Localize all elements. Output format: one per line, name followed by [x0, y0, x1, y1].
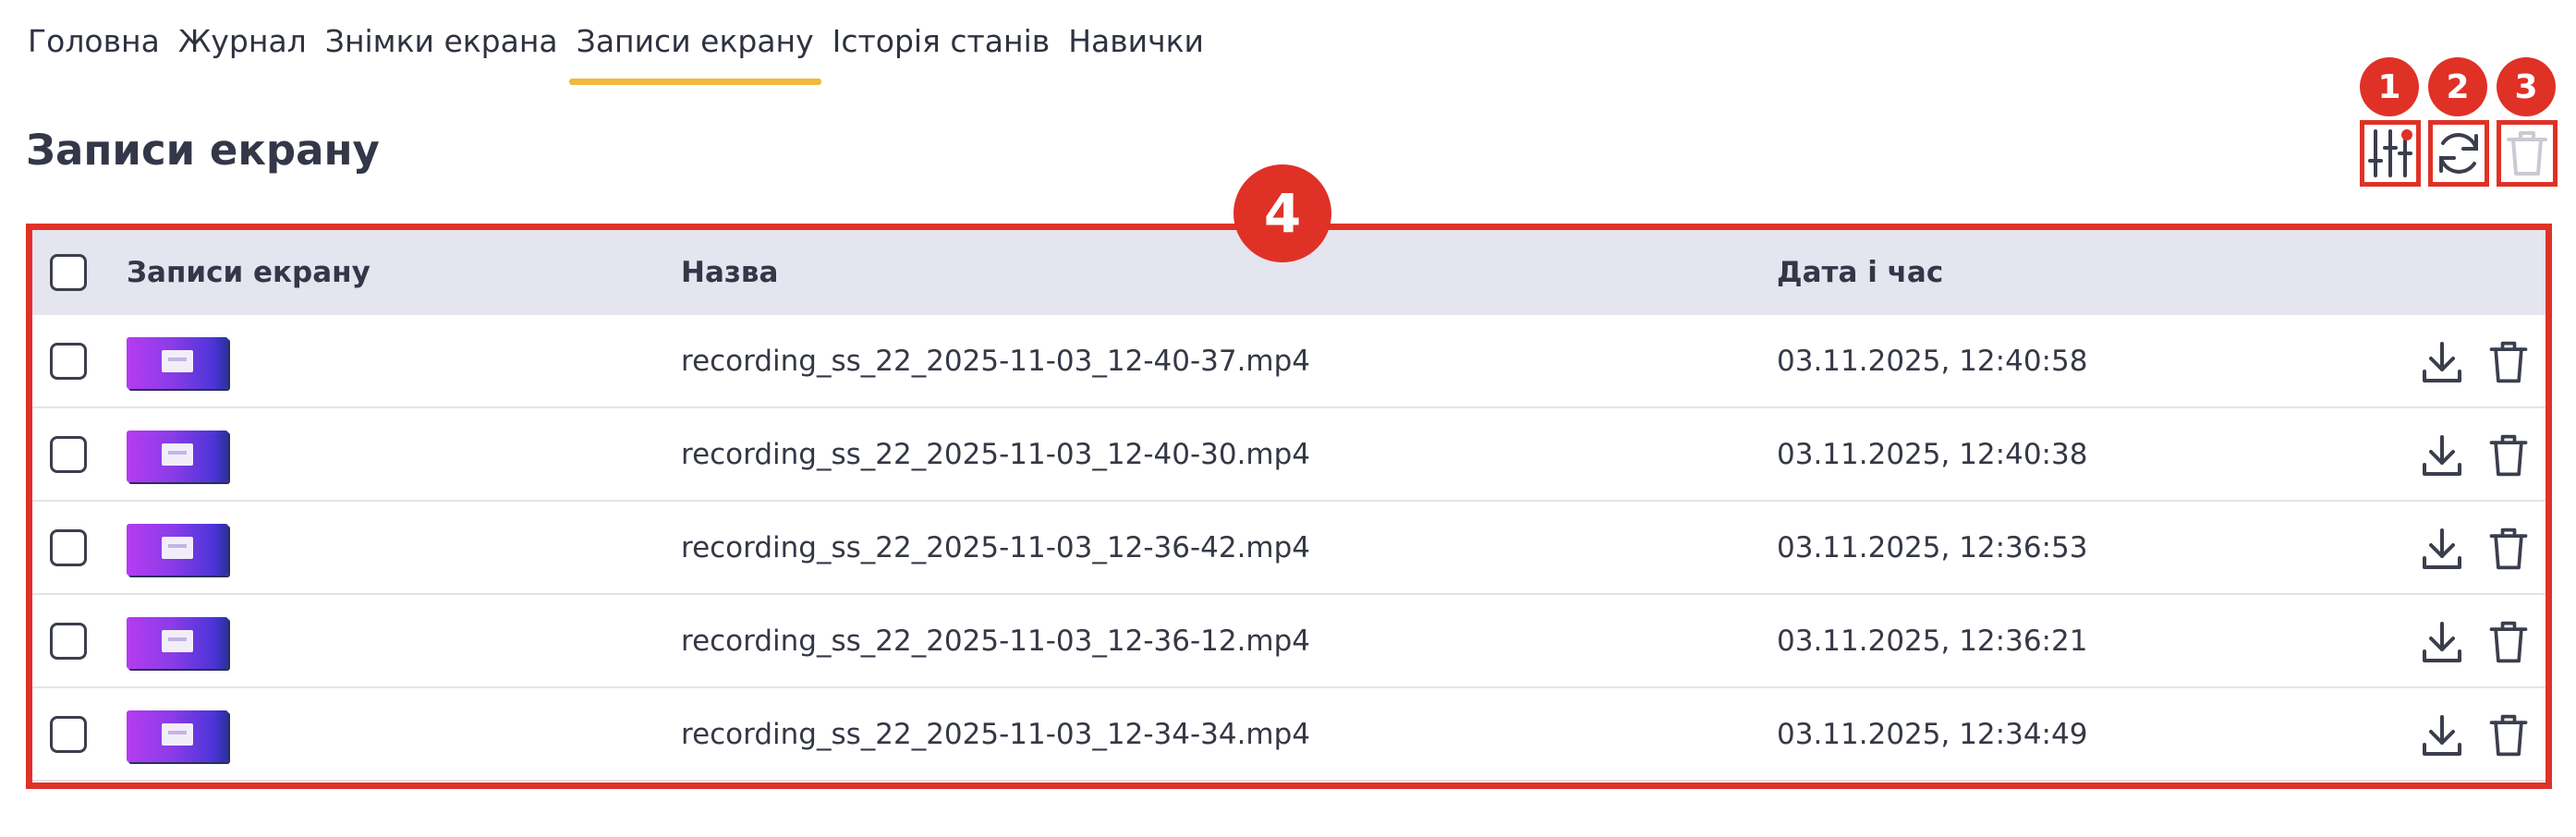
recording-datetime: 03.11.2025, 12:34:49: [1777, 718, 2088, 751]
delete-button[interactable]: [2483, 523, 2534, 575]
table-row: recording_ss_22_2025-11-03_12-34-34.mp4 …: [32, 688, 2546, 782]
annotation-badge-2: 2: [2428, 57, 2487, 116]
trash-icon: [2489, 528, 2528, 570]
recording-name: recording_ss_22_2025-11-03_12-36-42.mp4: [681, 531, 1311, 564]
download-button[interactable]: [2416, 430, 2468, 481]
refresh-button[interactable]: [2428, 120, 2489, 187]
trash-icon: [2489, 434, 2528, 477]
column-header-preview: Записи екрану: [127, 256, 371, 289]
page-title: Записи екрану: [26, 126, 380, 175]
recording-name: recording_ss_22_2025-11-03_12-40-37.mp4: [681, 345, 1311, 378]
annotation-badge-4: 4: [1233, 164, 1331, 262]
tab-screenshots[interactable]: Знімки екрана: [318, 20, 565, 85]
recording-datetime: 03.11.2025, 12:36:21: [1777, 625, 2088, 658]
table-row: recording_ss_22_2025-11-03_12-36-12.mp4 …: [32, 595, 2546, 688]
toolbar: [2360, 120, 2558, 187]
download-button[interactable]: [2416, 616, 2468, 668]
recording-thumbnail[interactable]: [127, 710, 228, 762]
trash-icon: [2489, 341, 2528, 383]
recording-name: recording_ss_22_2025-11-03_12-34-34.mp4: [681, 718, 1311, 751]
trash-icon: [2489, 621, 2528, 663]
tab-state-history[interactable]: Історія станів: [825, 20, 1058, 85]
recording-datetime: 03.11.2025, 12:36:53: [1777, 531, 2088, 564]
refresh-icon: [2439, 133, 2478, 174]
recording-datetime: 03.11.2025, 12:40:38: [1777, 438, 2088, 471]
delete-button[interactable]: [2483, 430, 2534, 481]
tab-screen-recordings[interactable]: Записи екрану: [568, 20, 821, 85]
download-icon: [2423, 435, 2461, 476]
recording-name: recording_ss_22_2025-11-03_12-36-12.mp4: [681, 625, 1311, 658]
column-header-name[interactable]: Назва: [681, 230, 778, 315]
trash-icon: [2507, 131, 2547, 176]
row-checkbox[interactable]: [50, 343, 87, 380]
download-button[interactable]: [2416, 336, 2468, 388]
annotation-badge-1: 1: [2360, 57, 2419, 116]
row-checkbox[interactable]: [50, 623, 87, 660]
download-icon: [2423, 715, 2461, 756]
tab-home[interactable]: Головна: [28, 20, 167, 85]
delete-selected-button[interactable]: [2497, 120, 2558, 187]
nav-tabs: Головна Журнал Знімки екрана Записи екра…: [28, 20, 1215, 85]
download-button[interactable]: [2416, 523, 2468, 575]
trash-icon: [2489, 714, 2528, 757]
recording-thumbnail[interactable]: [127, 617, 228, 669]
filter-button[interactable]: [2360, 120, 2421, 187]
table-row: recording_ss_22_2025-11-03_12-36-42.mp4 …: [32, 502, 2546, 595]
recording-name: recording_ss_22_2025-11-03_12-40-30.mp4: [681, 438, 1311, 471]
column-header-datetime[interactable]: Дата і час: [1777, 230, 1943, 315]
recordings-table: Записи екрану Назва Дата і час recording…: [26, 224, 2552, 789]
annotation-badge-3: 3: [2497, 57, 2556, 116]
download-icon: [2423, 342, 2461, 382]
row-checkbox[interactable]: [50, 716, 87, 753]
download-icon: [2423, 622, 2461, 662]
delete-button[interactable]: [2483, 710, 2534, 761]
row-checkbox[interactable]: [50, 436, 87, 473]
tab-skills[interactable]: Навички: [1061, 20, 1211, 85]
table-row: recording_ss_22_2025-11-03_12-40-30.mp4 …: [32, 408, 2546, 502]
tab-journal[interactable]: Журнал: [171, 20, 314, 85]
recording-thumbnail[interactable]: [127, 524, 228, 576]
sliders-icon: [2368, 129, 2412, 177]
recording-thumbnail[interactable]: [127, 431, 228, 482]
row-checkbox[interactable]: [50, 529, 87, 566]
delete-button[interactable]: [2483, 336, 2534, 388]
download-button[interactable]: [2416, 710, 2468, 761]
delete-button[interactable]: [2483, 616, 2534, 668]
download-icon: [2423, 528, 2461, 569]
recording-thumbnail[interactable]: [127, 337, 228, 389]
recording-datetime: 03.11.2025, 12:40:58: [1777, 345, 2088, 378]
select-all-checkbox[interactable]: [50, 254, 87, 291]
table-row: recording_ss_22_2025-11-03_12-40-37.mp4 …: [32, 315, 2546, 408]
